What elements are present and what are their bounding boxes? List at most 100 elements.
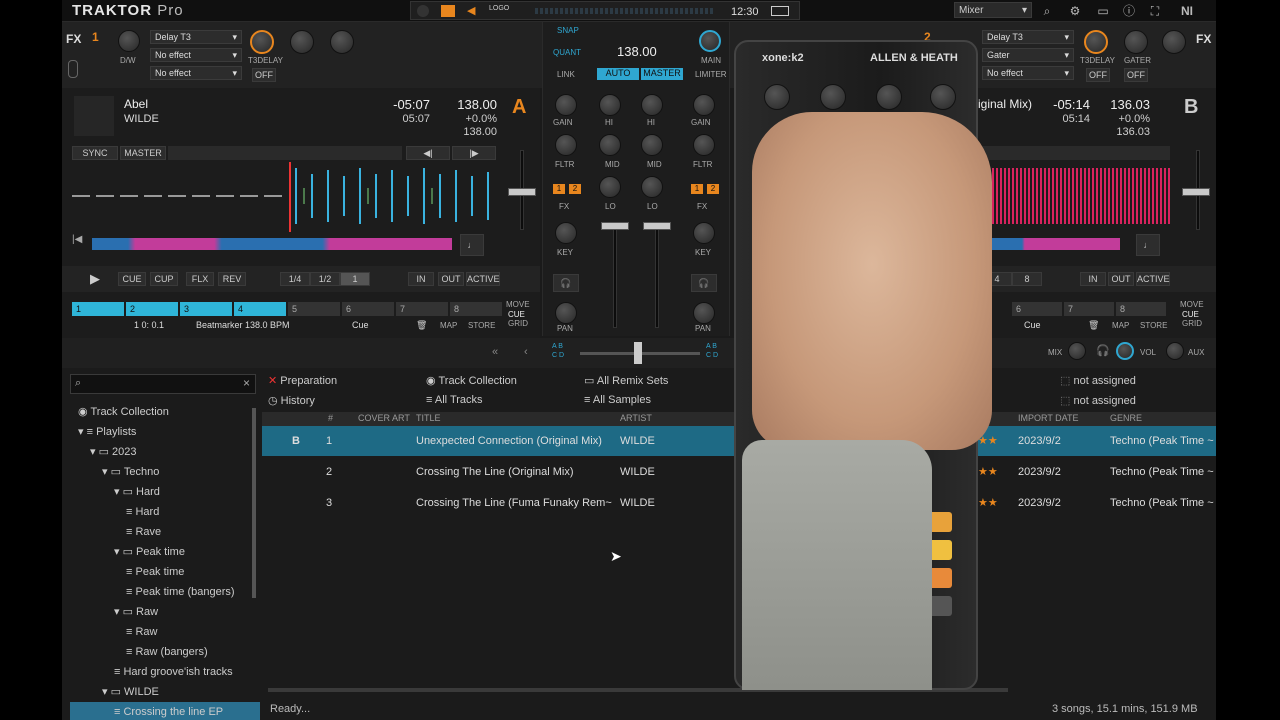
chevron-down-icon[interactable]: ▾ [102,466,111,478]
hotcue-b-8[interactable]: 8 [1116,302,1166,316]
delete-cue-icon[interactable]: 🗑 [416,320,427,331]
tempo-fader-a-cap[interactable] [508,188,536,196]
flux-button[interactable]: FLX [186,272,214,286]
tempo-fader-b-cap[interactable] [1182,188,1210,196]
info-icon[interactable]: ⓘ [1120,2,1138,20]
tree-item[interactable]: ▾ ▭ Raw [70,602,260,622]
channel-fader-c-cap[interactable] [601,222,629,230]
loop-size-half[interactable]: 1/2 [310,272,340,286]
speaker-icon[interactable]: ◀ [467,4,475,17]
hotcue-4[interactable]: 4 [234,302,286,316]
tree-item[interactable]: ▾ ▭ 2023 [70,442,260,462]
col-cover[interactable]: COVER ART [358,413,410,423]
tree-item[interactable]: ≡ Hard groove'ish tracks [70,662,260,682]
fx-assign-1-b[interactable]: 1 [691,184,703,194]
loop-out-button-b[interactable]: OUT [1108,272,1134,286]
tree-scrollbar[interactable] [252,408,256,598]
gain-knob-b[interactable] [693,94,715,116]
fx2-slot-3-select[interactable]: No effect ▾ [982,66,1074,80]
lo-knob-c[interactable] [599,176,621,198]
fx2-slot-1-select[interactable]: Delay T3 ▾ [982,30,1074,44]
delete-cue-icon-b[interactable]: 🗑 [1088,320,1099,331]
nav-back-icon[interactable]: « [492,346,498,358]
controller-icon[interactable]: ▭ [1094,2,1112,20]
rating-stars[interactable]: ★★ [978,488,998,518]
loop-size-one[interactable]: 1 [340,272,370,286]
dry-wet-knob[interactable] [118,30,140,52]
hi-knob-c[interactable] [599,94,621,116]
pan-knob-b[interactable] [693,302,715,324]
fx-slot-2-select[interactable]: No effect ▾ [150,48,242,62]
chevron-down-icon[interactable]: ▾ [114,486,123,498]
clear-search-icon[interactable]: × [243,376,250,390]
favorite-unassigned-1[interactable]: ⬚ not assigned [1060,374,1136,387]
map-button-b[interactable]: MAP [1112,321,1129,330]
fx-slot-3-select[interactable]: No effect ▾ [150,66,242,80]
headphone-cue-a[interactable]: 🎧 [553,274,579,292]
main-volume-knob[interactable] [699,30,721,52]
link-label[interactable]: LINK [557,70,575,79]
fx2-toggle-button-2[interactable]: OFF [1124,68,1148,82]
col-genre[interactable]: GENRE [1110,413,1142,423]
move-cue-label-b[interactable]: CUE [1182,310,1199,319]
master-button[interactable]: MASTER [120,146,166,160]
lo-knob-d[interactable] [641,176,663,198]
fx-assign-1-a[interactable]: 1 [553,184,565,194]
hotcue-5[interactable]: 5 [288,302,340,316]
favorite-track-collection[interactable]: ◉ Track Collection [426,374,517,387]
stripe-overview[interactable] [92,238,452,250]
channel-fader-d-cap[interactable] [643,222,671,230]
hotcue-b-7[interactable]: 7 [1064,302,1114,316]
master-clock-button[interactable]: MASTER [641,68,683,80]
fx-slot-1-select[interactable]: Delay T3 ▾ [150,30,242,44]
cup-button[interactable]: CUP [150,272,178,286]
fx2-param-knob-2[interactable] [1124,30,1148,54]
note-icon[interactable]: ♩ [460,234,484,256]
fx2-toggle-button[interactable]: OFF [1086,68,1110,82]
favorite-all-tracks[interactable]: ≡ All Tracks [426,394,483,406]
fx-param-knob[interactable] [250,30,274,54]
tree-item[interactable]: ≡ Rave [70,522,260,542]
gear-icon[interactable]: ⚙ [1066,2,1084,20]
filter-knob-a[interactable] [555,134,577,156]
loop-active-button-b[interactable]: ACTIVE [1136,272,1170,286]
store-button[interactable]: STORE [468,321,495,330]
channel-fader-c[interactable] [613,222,617,328]
col-title[interactable]: TITLE [416,413,441,423]
cue-type-select[interactable]: Cue [352,320,369,330]
loop-size-8[interactable]: 8 [1012,272,1042,286]
hotcue-6[interactable]: 6 [342,302,394,316]
tree-item[interactable]: ◉ Track Collection [70,402,260,422]
hotcue-1[interactable]: 1 [72,302,124,316]
fx-assign-2-a[interactable]: 2 [569,184,581,194]
reverse-button[interactable]: REV [218,272,246,286]
chevron-down-icon[interactable]: ▾ [114,546,123,558]
stripe-overview-b[interactable] [980,238,1120,250]
search-icon[interactable]: ⌕ [1038,2,1056,20]
loop-active-button[interactable]: ACTIVE [466,272,500,286]
cue-button[interactable]: CUE [118,272,146,286]
chevron-down-icon[interactable]: ▾ [102,686,111,698]
mid-knob-d[interactable] [641,134,663,156]
quant-label[interactable]: QUANT [553,48,581,57]
fx2-slot-2-select[interactable]: Gater ▾ [982,48,1074,62]
tree-item[interactable]: ▾ ▭ WILDE [70,682,260,702]
pan-knob-a[interactable] [555,302,577,324]
favorite-all-samples[interactable]: ≡ All Samples [584,394,651,406]
xfader-assign-right[interactable]: A B C D [706,342,720,360]
track-start-icon[interactable]: |◀ [72,234,90,256]
tree-item[interactable]: ≡ Peak time [70,562,260,582]
search-input[interactable]: ⌕ × [70,374,256,394]
chevron-down-icon[interactable]: ▾ [90,446,99,458]
fx2-param-knob[interactable] [1084,30,1108,54]
hotcue-7[interactable]: 7 [396,302,448,316]
cue-mix-knob[interactable] [1068,342,1086,360]
beatjump-forward-button[interactable]: |▶ [452,146,496,160]
tree-item[interactable]: ▾ ▭ Hard [70,482,260,502]
cue-vol-knob[interactable] [1116,342,1134,360]
grid-icon[interactable] [441,5,455,17]
map-button[interactable]: MAP [440,321,457,330]
rating-stars[interactable]: ★★ [978,457,998,487]
record-icon[interactable] [417,5,429,17]
tree-item[interactable]: ▾ ≡ Playlists [70,422,260,442]
